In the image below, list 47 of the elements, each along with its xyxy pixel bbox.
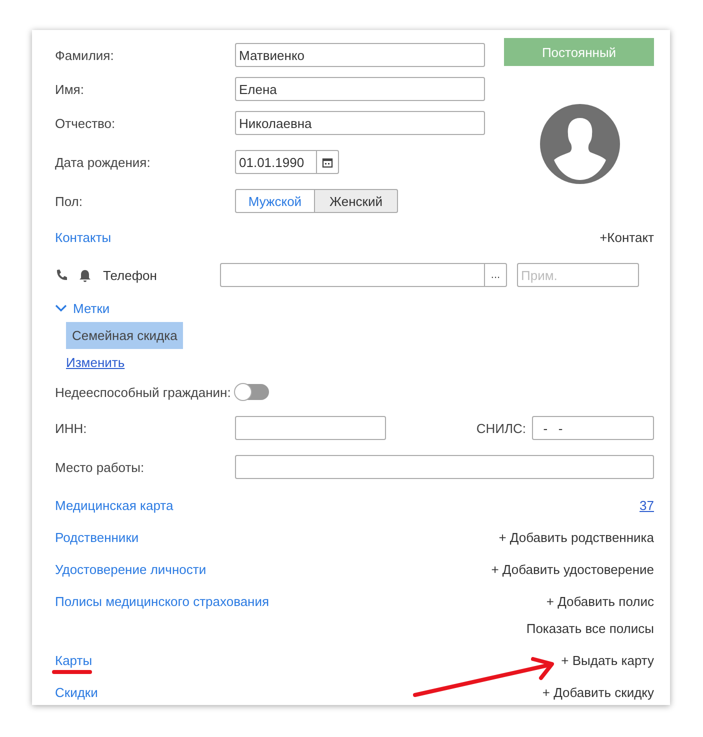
input-field[interactable]: Николаевна xyxy=(235,111,485,135)
tag-chip: Семейная скидка xyxy=(66,322,184,349)
section-link[interactable]: Медицинская карта xyxy=(55,498,174,513)
field-label: Недееспособный гражданин: xyxy=(55,384,231,400)
field-label: Имя: xyxy=(55,82,85,96)
field-label: Отчество: xyxy=(55,116,116,130)
section-link[interactable]: Карты xyxy=(55,653,92,668)
chevron-icon xyxy=(55,302,67,314)
input-field[interactable]: Матвиенко xyxy=(235,43,485,67)
field-label: Фамилия: xyxy=(55,48,115,62)
section-link[interactable]: Полисы медицинского страхования xyxy=(55,594,270,609)
phone-icon xyxy=(55,269,67,281)
toggle-switch[interactable] xyxy=(234,384,269,400)
calendar-icon xyxy=(322,156,333,168)
phone-field[interactable] xyxy=(220,263,485,287)
date-field[interactable]: 01.01.1990 xyxy=(235,150,317,174)
field-label: Место работы: xyxy=(55,460,146,474)
gender-option[interactable]: Женский xyxy=(315,189,398,213)
note-field[interactable]: Прим. xyxy=(517,263,639,287)
add-contact-link[interactable]: +Контакт xyxy=(600,230,654,244)
count-link[interactable]: 37 xyxy=(640,498,654,513)
action-link[interactable]: + Добавить родственника xyxy=(498,530,654,545)
snils-field[interactable]: - - xyxy=(532,416,654,440)
workplace-field[interactable] xyxy=(235,455,654,479)
field-label: ИНН: xyxy=(55,420,88,436)
section-link[interactable]: Родственники xyxy=(55,530,139,545)
action-link[interactable]: + Добавить полис xyxy=(546,594,654,609)
action-link[interactable]: + Добавить скидку xyxy=(542,685,654,700)
section-link[interactable]: Удостоверение личности xyxy=(55,562,206,577)
field-label: СНИЛС: xyxy=(476,420,526,436)
section-link[interactable]: Контакты xyxy=(55,230,112,244)
more-button[interactable]: ... xyxy=(485,263,507,287)
bell-icon xyxy=(79,268,91,282)
avatar-icon xyxy=(540,104,620,184)
gender-option[interactable]: Мужской xyxy=(235,189,315,213)
action-link[interactable]: + Выдать карту xyxy=(561,653,654,668)
calendar-button[interactable] xyxy=(317,150,339,174)
section-link[interactable]: Скидки xyxy=(55,685,98,700)
input-field[interactable]: Елена xyxy=(235,77,485,101)
inn-field[interactable] xyxy=(235,416,386,440)
field-label: Телефон xyxy=(103,268,158,282)
edit-link[interactable]: Изменить xyxy=(66,355,125,370)
field-label: Дата рождения: xyxy=(55,154,152,170)
tags-toggle[interactable]: Метки xyxy=(55,294,654,322)
field-label: Пол: xyxy=(55,194,84,208)
action-link[interactable]: + Добавить удостоверение xyxy=(491,562,654,577)
action-link[interactable]: Показать все полисы xyxy=(526,621,654,636)
